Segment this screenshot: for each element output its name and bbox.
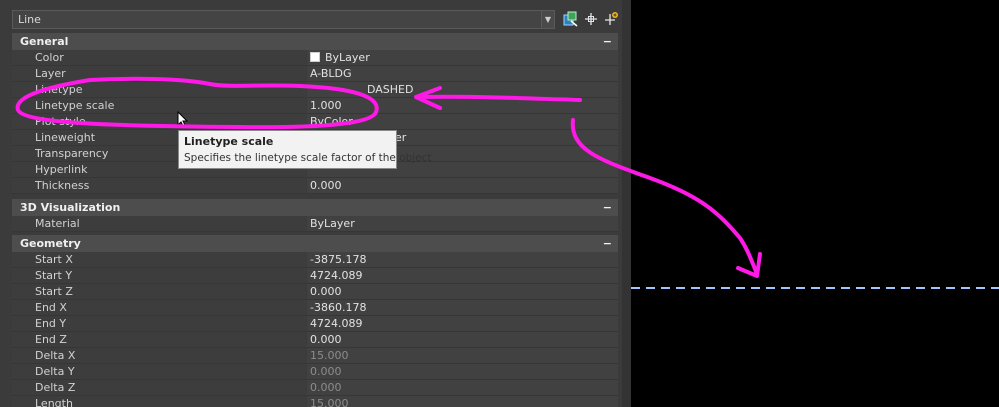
annotation-arrow	[414, 86, 582, 110]
autocad-window: Line ▼ General − Color ByLayer Layer A-B…	[0, 0, 999, 407]
annotation-overlay	[15, 76, 762, 278]
annotation-ellipse	[15, 76, 379, 130]
annotation-curve-arrow	[570, 118, 762, 278]
